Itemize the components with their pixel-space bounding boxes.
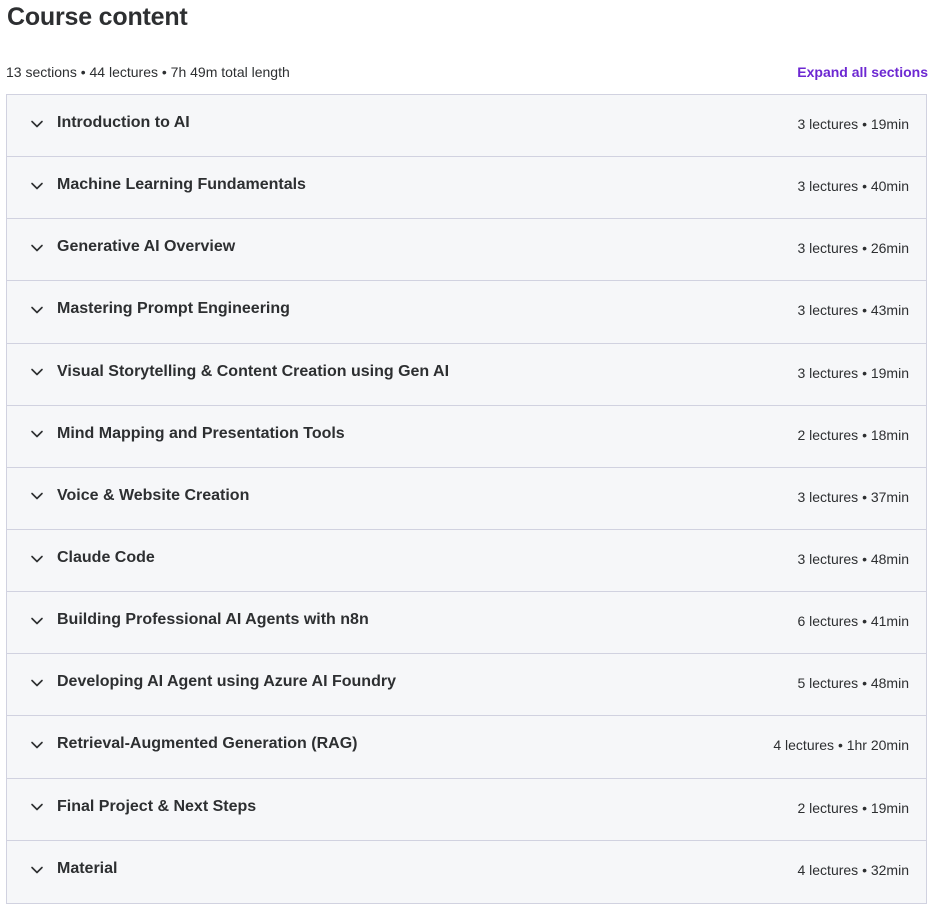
- section-title: Machine Learning Fundamentals: [57, 176, 306, 194]
- section-header[interactable]: Machine Learning Fundamentals 3 lectures…: [7, 157, 926, 220]
- section-header[interactable]: Retrieval-Augmented Generation (RAG) 4 l…: [7, 716, 926, 779]
- section-title: Building Professional AI Agents with n8n: [57, 611, 369, 629]
- section-title: Material: [57, 860, 118, 878]
- section-meta: 3 lectures • 40min: [797, 178, 909, 195]
- section-title: Claude Code: [57, 549, 155, 567]
- chevron-down-icon: [29, 551, 45, 567]
- section-header[interactable]: Mind Mapping and Presentation Tools 2 le…: [7, 405, 926, 468]
- chevron-down-icon: [29, 302, 45, 318]
- section-title: Generative AI Overview: [57, 238, 236, 256]
- chevron-down-icon: [29, 737, 45, 753]
- section-header[interactable]: Voice & Website Creation 3 lectures • 37…: [7, 467, 926, 530]
- section-meta: 4 lectures • 32min: [797, 862, 909, 879]
- section-meta: 3 lectures • 26min: [797, 240, 909, 257]
- section-meta: 4 lectures • 1hr 20min: [773, 737, 909, 754]
- section-header[interactable]: Material 4 lectures • 32min: [7, 840, 926, 903]
- chevron-down-icon: [29, 178, 45, 194]
- chevron-down-icon: [29, 364, 45, 380]
- section-meta: 2 lectures • 18min: [797, 426, 909, 443]
- section-meta: 2 lectures • 19min: [797, 799, 909, 816]
- section-header[interactable]: Developing AI Agent using Azure AI Found…: [7, 654, 926, 717]
- section-meta: 3 lectures • 43min: [797, 302, 909, 319]
- section-title: Mind Mapping and Presentation Tools: [57, 424, 345, 442]
- section-header[interactable]: Introduction to AI 3 lectures • 19min: [7, 95, 926, 158]
- section-title: Visual Storytelling & Content Creation u…: [57, 362, 450, 380]
- section-header[interactable]: Claude Code 3 lectures • 48min: [7, 529, 926, 593]
- section-header[interactable]: Building Professional AI Agents with n8n…: [7, 592, 926, 655]
- section-meta: 3 lectures • 19min: [797, 116, 909, 133]
- chevron-down-icon: [29, 488, 45, 504]
- section-title: Retrieval-Augmented Generation (RAG): [57, 735, 358, 753]
- chevron-down-icon: [29, 675, 45, 691]
- course-sections-accordion: Introduction to AI 3 lectures • 19min Ma…: [6, 94, 927, 904]
- section-meta: 5 lectures • 48min: [797, 675, 909, 692]
- section-meta: 3 lectures • 37min: [797, 488, 909, 505]
- chevron-down-icon: [29, 862, 45, 878]
- chevron-down-icon: [29, 426, 45, 442]
- page-title: Course content: [7, 3, 188, 31]
- section-meta: 3 lectures • 48min: [797, 551, 909, 568]
- section-title: Final Project & Next Steps: [57, 797, 257, 815]
- course-summary: 13 sections • 44 lectures • 7h 49m total…: [6, 64, 290, 80]
- chevron-down-icon: [29, 613, 45, 629]
- course-summary-row: 13 sections • 44 lectures • 7h 49m total…: [6, 62, 928, 82]
- chevron-down-icon: [29, 240, 45, 256]
- section-header[interactable]: Final Project & Next Steps 2 lectures • …: [7, 778, 926, 841]
- section-meta: 6 lectures • 41min: [797, 613, 909, 630]
- section-header[interactable]: Generative AI Overview 3 lectures • 26mi…: [7, 219, 926, 282]
- section-title: Developing AI Agent using Azure AI Found…: [57, 673, 396, 691]
- section-meta: 3 lectures • 19min: [797, 364, 909, 381]
- expand-all-sections-button[interactable]: Expand all sections: [797, 64, 928, 80]
- section-header[interactable]: Mastering Prompt Engineering 3 lectures …: [7, 281, 926, 344]
- section-title: Voice & Website Creation: [57, 486, 250, 504]
- section-header[interactable]: Visual Storytelling & Content Creation u…: [7, 343, 926, 406]
- chevron-down-icon: [29, 799, 45, 815]
- chevron-down-icon: [29, 116, 45, 132]
- section-title: Introduction to AI: [57, 114, 190, 132]
- section-title: Mastering Prompt Engineering: [57, 300, 290, 318]
